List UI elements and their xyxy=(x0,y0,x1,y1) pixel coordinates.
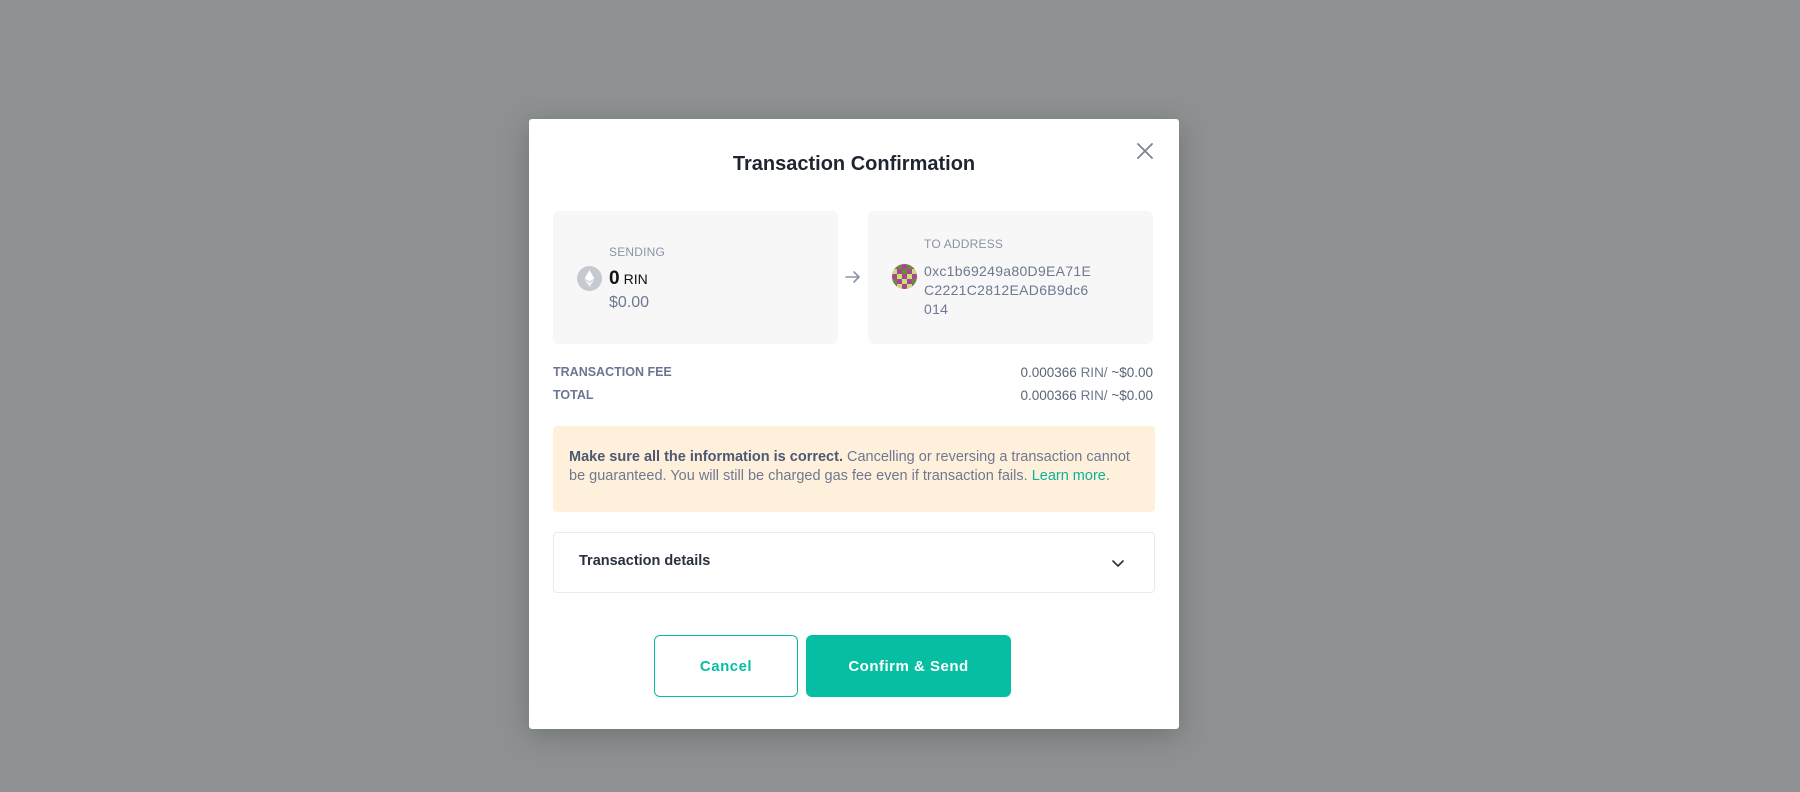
warning-trailing: . xyxy=(1105,468,1110,484)
warning-bold-text: Make sure all the information is correct… xyxy=(569,449,843,465)
chevron-down-icon xyxy=(1110,555,1126,571)
warning-banner: Make sure all the information is correct… xyxy=(553,426,1155,512)
to-address-line: C2221C2812EAD6B9dc6 xyxy=(924,282,1089,298)
to-address-line: 014 xyxy=(924,301,949,317)
total-amount: 0.000366 xyxy=(1020,388,1077,403)
cancel-button[interactable]: Cancel xyxy=(654,635,798,697)
learn-more-link[interactable]: Learn more xyxy=(1032,468,1106,484)
arrow-right-icon xyxy=(844,268,862,286)
sending-amount: 0 RIN xyxy=(609,268,648,290)
sending-card: SENDING 0 RIN $0.00 xyxy=(553,211,838,344)
transaction-details-label: Transaction details xyxy=(579,553,711,569)
transaction-fee-label: TRANSACTION FEE xyxy=(553,365,672,379)
sending-fiat-value: $0.00 xyxy=(609,294,650,311)
transaction-fee-value: 0.000366 RIN/ ~$0.00 xyxy=(1020,365,1153,380)
sending-label: SENDING xyxy=(609,245,666,259)
modal-title: Transaction Confirmation xyxy=(732,153,976,175)
ethereum-icon xyxy=(577,266,602,291)
to-address-card: TO ADDRESS 0xc1b69249a80D9EA71E C2221C28… xyxy=(868,211,1153,344)
total-label: TOTAL xyxy=(553,388,594,402)
total-unit: RIN/ xyxy=(1080,388,1108,403)
to-address-label: TO ADDRESS xyxy=(924,237,1004,251)
identicon-avatar xyxy=(892,264,917,289)
total-row: TOTAL 0.000366 RIN/ ~$0.00 xyxy=(553,388,1153,406)
transaction-fee-fiat: ~$0.00 xyxy=(1111,365,1153,380)
transaction-fee-row: TRANSACTION FEE 0.000366 RIN/ ~$0.00 xyxy=(553,365,1153,383)
total-fiat: ~$0.00 xyxy=(1111,388,1153,403)
transaction-details-toggle[interactable]: Transaction details xyxy=(553,532,1155,593)
transaction-confirmation-modal: Transaction Confirmation SENDING 0 RIN $0… xyxy=(529,119,1179,729)
transaction-fee-unit: RIN/ xyxy=(1080,365,1108,380)
to-address-line: 0xc1b69249a80D9EA71E xyxy=(924,263,1092,279)
transaction-fee-amount: 0.000366 xyxy=(1020,365,1077,380)
confirm-send-button[interactable]: Confirm & Send xyxy=(806,635,1011,697)
sending-amount-value: 0 xyxy=(609,268,620,289)
total-value: 0.000366 RIN/ ~$0.00 xyxy=(1020,388,1153,403)
to-address-value: 0xc1b69249a80D9EA71E C2221C2812EAD6B9dc6… xyxy=(924,262,1094,319)
sending-amount-unit: RIN xyxy=(623,271,648,287)
